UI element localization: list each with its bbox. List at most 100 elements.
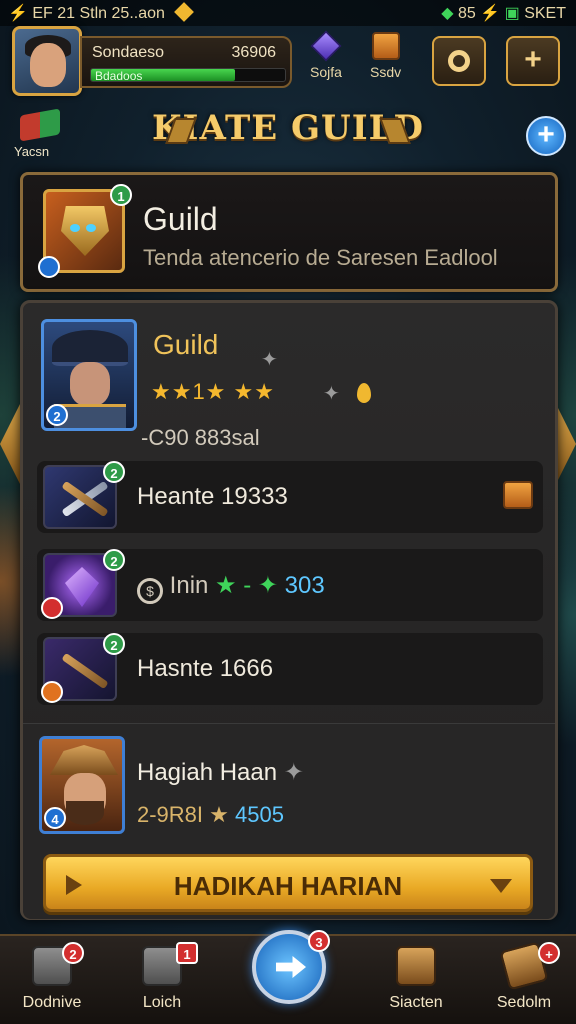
shield-badge-icon xyxy=(38,256,60,278)
list-item[interactable]: 2 $ Inin ★ - ✦ 303 xyxy=(37,549,543,621)
plus-icon: + xyxy=(524,43,542,76)
burst-badge-icon xyxy=(41,681,63,703)
refresh-icon xyxy=(448,50,470,72)
main-action-button[interactable]: 3 xyxy=(252,930,330,1004)
side-banner-button[interactable]: Yacsn xyxy=(14,108,66,162)
guild-name: Guild xyxy=(143,201,218,237)
currency-label: Sojfa xyxy=(310,64,342,80)
wifi-icon: ⚡ xyxy=(480,5,501,22)
currency-gems[interactable]: Sojfa xyxy=(310,30,342,80)
arrow-right-icon xyxy=(276,956,306,978)
hero-power: -C90 883sal xyxy=(141,425,260,450)
chevron-down-icon[interactable] xyxy=(490,879,512,893)
daily-reward-section: 4 Hagiah Haan ✦ 2-9R8I ★ 4505 HADIKAH HA… xyxy=(23,723,555,919)
nav-item-dodnive[interactable]: 2 Dodnive xyxy=(4,942,100,1012)
nav-label: Siacten xyxy=(389,994,443,1011)
side-banner-label: Yacsn xyxy=(14,144,50,159)
add-button[interactable]: + xyxy=(506,36,560,86)
guild-detail-panel: 2 Guild ✦ ★★1★ ★★ ✦ -C90 883sal 2 Heante… xyxy=(20,300,558,920)
reward-helm xyxy=(50,745,118,775)
sparkle-icon: ✦ xyxy=(283,759,304,786)
nav-badge: 3 xyxy=(308,930,330,952)
reward-name-text: Hagiah Haan xyxy=(137,759,278,786)
status-right: ◆ 85 ⚡ ▣ SKET xyxy=(441,3,566,23)
chest-icon[interactable] xyxy=(503,481,533,509)
crystal-shape xyxy=(65,567,99,607)
guild-description: Tenda atencerio de Saresen Eadlool xyxy=(143,245,498,270)
player-info-panel[interactable]: Sondaeso 36906 Bdadoos xyxy=(80,36,292,88)
chest-icon xyxy=(371,32,400,60)
bolt-icon: ⚡ xyxy=(8,5,28,22)
item-label: Inin xyxy=(169,572,209,599)
list-item[interactable]: 2 Heante 19333 xyxy=(37,461,543,533)
hero-name: Guild xyxy=(153,329,219,360)
item-stats: $ Inin ★ - ✦ 303 xyxy=(137,571,325,604)
banner-flag-icon xyxy=(20,108,60,142)
reward-beard xyxy=(66,801,104,825)
guild-badge: 1 xyxy=(110,184,132,206)
nav-item-siacten[interactable]: Siacten xyxy=(368,946,464,1012)
blade-shape xyxy=(61,652,109,690)
item-label: Hasnte 1666 xyxy=(137,655,274,682)
hero-face xyxy=(70,362,110,406)
hero-hat xyxy=(52,330,128,366)
mask-eyes xyxy=(70,224,80,232)
battery-icon: ▣ xyxy=(504,5,520,22)
reward-name: Hagiah Haan ✦ xyxy=(137,758,304,787)
gold-mask-icon xyxy=(61,206,109,256)
item-badge: 2 xyxy=(103,461,125,483)
hero-badge: 2 xyxy=(46,404,68,426)
nav-badge: + xyxy=(538,942,560,964)
item-badge: 2 xyxy=(103,549,125,571)
nav-badge: 2 xyxy=(62,942,84,964)
daily-reward-button[interactable]: HADIKAH HARIAN xyxy=(43,854,533,912)
player-name: Sondaeso xyxy=(92,44,165,61)
item-separator: ★ - ✦ xyxy=(215,572,278,599)
reward-hero-portrait[interactable]: 4 xyxy=(39,736,125,834)
list-item[interactable]: 2 Hasnte 1666 xyxy=(37,633,543,705)
status-right-text: 85 xyxy=(458,5,476,22)
create-plus-button[interactable]: + xyxy=(526,116,566,156)
guild-card[interactable]: 1 Guild Tenda atencerio de Saresen Eadlo… xyxy=(20,172,558,292)
item-value: 303 xyxy=(284,572,325,599)
gold-gem-icon xyxy=(174,2,195,22)
daily-reward-label: HADIKAH HARIAN xyxy=(173,871,403,901)
gold-drop-icon xyxy=(357,383,371,403)
guild-emblem: 1 xyxy=(38,184,132,278)
hero-portrait[interactable]: 2 xyxy=(41,319,137,431)
sparkle-icon: ✦ xyxy=(261,349,278,371)
player-avatar[interactable] xyxy=(12,26,82,96)
status-right-label: SKET xyxy=(524,5,566,22)
nav-label: Sedolm xyxy=(496,994,552,1011)
avatar-face xyxy=(30,43,66,87)
nav-label: Loich xyxy=(142,994,182,1011)
burst-badge-icon xyxy=(41,597,63,619)
item-badge: 2 xyxy=(103,633,125,655)
player-power: 36906 xyxy=(231,44,277,61)
nav-item-loich[interactable]: 1 Loich xyxy=(114,942,210,1012)
page-title: KIATE GUILD xyxy=(100,108,476,148)
nav-badge: 1 xyxy=(176,942,198,964)
coin-icon: $ xyxy=(137,578,163,604)
status-bar: ⚡ EF 21 Stln 25..aon ◆ 85 ⚡ ▣ SKET xyxy=(0,0,576,26)
status-left: ⚡ EF 21 Stln 25..aon xyxy=(8,2,195,23)
nav-label: Dodnive xyxy=(22,994,82,1011)
reward-badge: 4 xyxy=(44,807,66,829)
green-gem-icon: ◆ xyxy=(441,5,454,22)
xp-label: Bdadoos xyxy=(95,69,143,83)
xp-bar: Bdadoos xyxy=(90,68,286,83)
bottom-nav: 2 Dodnive 1 Loich 3 Siacten + Sedolm xyxy=(0,930,576,1024)
reward-stats-value: 4505 xyxy=(235,802,284,827)
purple-gem-icon xyxy=(310,30,342,62)
sparkle-icon: ✦ xyxy=(323,383,340,405)
item-label: Heante 19333 xyxy=(137,483,288,510)
reward-stats: 2-9R8I ★ 4505 xyxy=(137,802,284,828)
status-left-text: EF 21 Stln 25..aon xyxy=(32,5,165,22)
currency-chests[interactable]: Ssdv xyxy=(370,32,401,80)
reward-stats-prefix: 2-9R8I ★ xyxy=(137,802,229,827)
nav-item-sedolm[interactable]: + Sedolm xyxy=(476,941,572,1012)
gold-chest-icon xyxy=(396,946,436,986)
currency-label: Ssdv xyxy=(370,64,402,80)
hero-stars: ★★1★ ★★ xyxy=(151,379,275,404)
refresh-button[interactable] xyxy=(432,36,486,86)
